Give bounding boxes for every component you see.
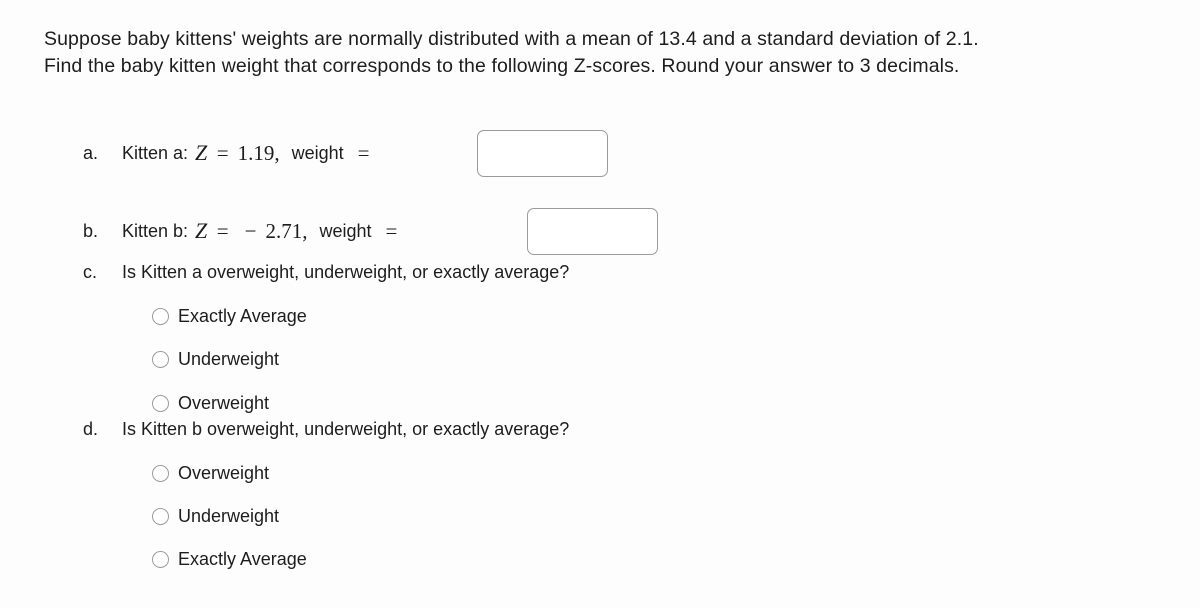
z-variable-a: Z: [195, 140, 208, 165]
radio-option-d-exactly-average[interactable]: Exactly Average: [152, 546, 307, 572]
radio-option-d-overweight[interactable]: Overweight: [152, 460, 269, 486]
radio-option-label: Underweight: [178, 506, 280, 526]
weight-answer-input-a[interactable]: [477, 130, 608, 177]
kitten-a-lead-label: Kitten a:: [122, 143, 189, 163]
problem-statement-line-1: Suppose baby kittens' weights are normal…: [44, 28, 979, 50]
question-text-c: Is Kitten a overweight, underweight, or …: [122, 262, 570, 282]
radio-button-icon[interactable]: [152, 464, 169, 482]
z-variable-b: Z: [195, 218, 208, 243]
weight-equals-sign-b: =: [385, 219, 398, 243]
weight-label-b: weight: [319, 221, 372, 241]
equals-sign-b: =: [216, 219, 229, 243]
equals-sign-a: =: [216, 141, 229, 165]
radio-button-icon[interactable]: [152, 550, 169, 568]
question-marker-b: b.: [83, 221, 99, 241]
radio-option-c-exactly-average[interactable]: Exactly Average: [152, 303, 307, 329]
radio-button-icon[interactable]: [152, 350, 169, 368]
radio-option-label: Exactly Average: [178, 549, 307, 569]
radio-option-label: Overweight: [178, 463, 270, 483]
weight-equals-sign-a: =: [357, 141, 370, 165]
question-body-a: Kitten a: Z = 1.19, weight =: [122, 141, 372, 165]
radio-option-label: Exactly Average: [178, 306, 307, 326]
radio-option-label: Overweight: [178, 393, 270, 413]
minus-sign-b: −: [244, 219, 257, 243]
question-marker-c: c.: [83, 262, 98, 282]
radio-button-icon[interactable]: [152, 394, 169, 412]
question-marker-a: a.: [83, 143, 99, 163]
z-value-b: 2.71,: [265, 219, 308, 243]
radio-option-c-overweight[interactable]: Overweight: [152, 390, 269, 416]
radio-button-icon[interactable]: [152, 507, 169, 525]
radio-option-c-underweight[interactable]: Underweight: [152, 346, 279, 372]
question-body-b: Kitten b: Z = −2.71, weight =: [122, 219, 399, 243]
kitten-b-lead-label: Kitten b:: [122, 221, 189, 241]
problem-statement-line-2: Find the baby kitten weight that corresp…: [44, 55, 960, 77]
weight-answer-input-b[interactable]: [527, 208, 658, 255]
problem-statement: Suppose baby kittens' weights are normal…: [44, 26, 1180, 80]
z-value-a: 1.19,: [237, 141, 280, 165]
question-text-d: Is Kitten b overweight, underweight, or …: [122, 419, 570, 439]
radio-option-d-underweight[interactable]: Underweight: [152, 503, 279, 529]
radio-button-icon[interactable]: [152, 307, 169, 325]
question-marker-d: d.: [83, 419, 99, 439]
weight-label-a: weight: [291, 143, 344, 163]
radio-option-label: Underweight: [178, 349, 280, 369]
